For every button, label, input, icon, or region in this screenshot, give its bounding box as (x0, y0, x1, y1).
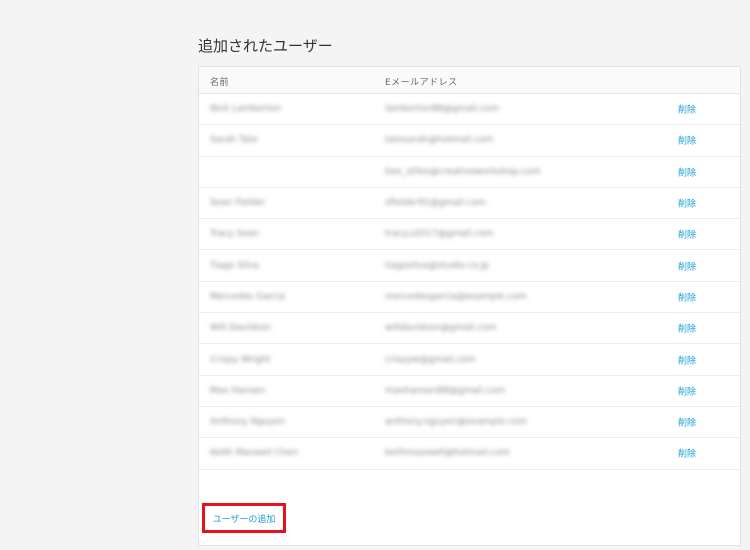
user-email: tatesarah@hotmail.com (385, 135, 494, 146)
user-name: Nick Lamberton (210, 104, 282, 115)
user-name: Will Davidson (210, 323, 271, 334)
delete-user-link[interactable]: 削除 (678, 228, 696, 241)
user-name: Keith Maxwell Chen (210, 448, 299, 459)
table-row: Keith Maxwell Chen keithmaxwell@hotmail.… (199, 438, 740, 470)
user-name: Sean Fielder (210, 198, 266, 209)
user-name: Crispy Wright (210, 354, 271, 365)
user-name: Sarah Tate (210, 135, 258, 146)
table-row: Mercedes Garcia mercedesgarcia@example.c… (199, 282, 740, 314)
column-header-email: Eメールアドレス (385, 78, 458, 88)
delete-user-link[interactable]: 削除 (678, 134, 696, 147)
user-name: Mercedes Garcia (210, 291, 286, 302)
users-table-body: Nick Lamberton lamberton88@gmail.com 削除 … (199, 94, 740, 470)
delete-user-link[interactable]: 削除 (678, 447, 696, 460)
delete-user-link[interactable]: 削除 (678, 416, 696, 429)
user-email: willdavidson@gmail.com (385, 323, 497, 334)
delete-user-link[interactable]: 削除 (678, 384, 696, 397)
table-row: Will Davidson willdavidson@gmail.com 削除 (199, 313, 740, 345)
user-email: sfielder91@gmail.com (385, 198, 486, 209)
user-email: tiagosilva@studio.co.jp (385, 260, 490, 271)
table-row: Tracy Sean tracy.s2017@gmail.com 削除 (199, 219, 740, 251)
delete-user-link[interactable]: 削除 (678, 353, 696, 366)
add-user-link[interactable]: ユーザーの追加 (213, 512, 276, 525)
table-row: Sarah Tate tatesarah@hotmail.com 削除 (199, 125, 740, 157)
user-name: Max Hansen (210, 385, 266, 396)
delete-user-link[interactable]: 削除 (678, 165, 696, 178)
table-row: bee_stiles@creativeworkshop.com 削除 (199, 157, 740, 188)
user-name: Anthony Nguyen (210, 417, 286, 428)
users-panel: 名前 Eメールアドレス Nick Lamberton lamberton88@g… (198, 66, 741, 546)
user-name: Tiago Silva (210, 260, 259, 271)
user-email: maxhansen88@gmail.com (385, 385, 505, 396)
delete-user-link[interactable]: 削除 (678, 103, 696, 116)
table-row: Anthony Nguyen anthony.nguyen@example.co… (199, 407, 740, 439)
table-row: Sean Fielder sfielder91@gmail.com 削除 (199, 188, 740, 220)
user-email: bee_stiles@creativeworkshop.com (385, 166, 541, 177)
user-email: mercedesgarcia@example.com (385, 291, 527, 302)
add-user-highlight-box: ユーザーの追加 (202, 503, 286, 533)
table-row: Nick Lamberton lamberton88@gmail.com 削除 (199, 94, 740, 126)
section-title: 追加されたユーザー (198, 37, 333, 55)
delete-user-link[interactable]: 削除 (678, 197, 696, 210)
page: 追加されたユーザー 名前 Eメールアドレス Nick Lamberton lam… (0, 0, 750, 550)
column-header-name: 名前 (210, 78, 230, 88)
table-row: Crispy Wright crispyw@gmail.com 削除 (199, 344, 740, 376)
user-email: tracy.s2017@gmail.com (385, 229, 494, 240)
user-name: Tracy Sean (210, 229, 259, 240)
table-header: 名前 Eメールアドレス (199, 67, 740, 94)
user-email: anthony.nguyen@example.com (385, 417, 528, 428)
user-email: crispyw@gmail.com (385, 354, 476, 365)
delete-user-link[interactable]: 削除 (678, 290, 696, 303)
delete-user-link[interactable]: 削除 (678, 259, 696, 272)
user-email: lamberton88@gmail.com (385, 104, 500, 115)
user-email: keithmaxwell@hotmail.com (385, 448, 510, 459)
table-row: Max Hansen maxhansen88@gmail.com 削除 (199, 376, 740, 407)
delete-user-link[interactable]: 削除 (678, 322, 696, 335)
table-row: Tiago Silva tiagosilva@studio.co.jp 削除 (199, 250, 740, 282)
